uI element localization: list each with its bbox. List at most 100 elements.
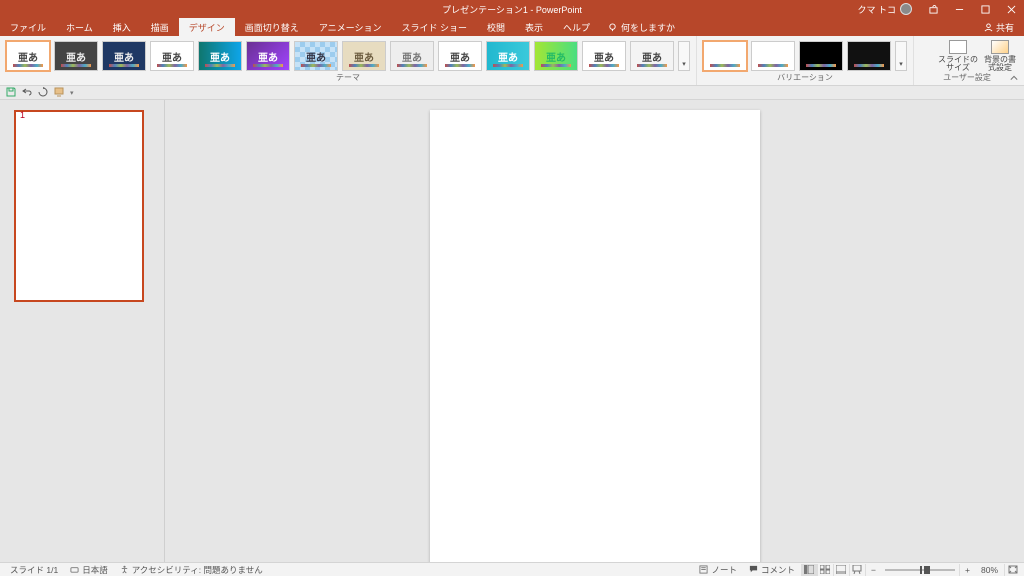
slide-thumbnail-1[interactable]: 1	[14, 110, 154, 302]
minimize-button[interactable]	[946, 0, 972, 18]
theme-10[interactable]: 亜あ	[438, 41, 482, 71]
status-bar: スライド 1/1 日本語 アクセシビリティ: 問題ありません ノート コメント …	[0, 562, 1024, 576]
theme-8[interactable]: 亜あ	[342, 41, 386, 71]
slide-thumbnails-pane[interactable]: 1	[0, 100, 165, 562]
slide-thumbnail-preview	[14, 110, 144, 302]
tell-me[interactable]: 何をしますか	[600, 18, 683, 36]
tab-transitions[interactable]: 画面切り替え	[235, 18, 309, 36]
redo-button[interactable]	[38, 87, 48, 99]
zoom-in-button[interactable]: +	[959, 564, 975, 576]
zoom-level[interactable]: 80%	[975, 565, 1004, 575]
theme-7[interactable]: 亜あ	[294, 41, 338, 71]
notes-icon	[699, 565, 708, 574]
current-slide[interactable]	[430, 110, 760, 562]
tab-review[interactable]: 校閲	[477, 18, 515, 36]
language-label: 日本語	[82, 564, 108, 576]
tab-design[interactable]: デザイン	[179, 18, 235, 36]
slide-sorter-view-button[interactable]	[817, 564, 833, 576]
undo-icon	[22, 87, 32, 97]
theme-4[interactable]: 亜あ	[150, 41, 194, 71]
qat-customize-button[interactable]: ▾	[70, 89, 74, 97]
variants-group: ▾ バリエーション	[697, 36, 914, 85]
close-button[interactable]	[998, 0, 1024, 18]
themes-label: テーマ	[0, 72, 696, 85]
start-from-beginning-button[interactable]	[54, 87, 64, 99]
theme-14[interactable]: 亜あ	[630, 41, 674, 71]
theme-9[interactable]: 亜あ	[390, 41, 434, 71]
comments-label: コメント	[761, 564, 795, 576]
theme-11[interactable]: 亜あ	[486, 41, 530, 71]
ribbon-display-button[interactable]	[920, 0, 946, 18]
slide-size-label: スライドの サイズ	[938, 56, 978, 72]
box-arrow-icon	[929, 5, 938, 14]
slide-counter[interactable]: スライド 1/1	[4, 564, 64, 576]
tab-help[interactable]: ヘルプ	[553, 18, 600, 36]
background-format-label: 背景の書 式設定	[984, 56, 1016, 72]
sorter-view-icon	[820, 565, 830, 574]
background-format-button[interactable]: 背景の書 式設定	[984, 40, 1016, 72]
account-button[interactable]: クマ トコ	[849, 3, 920, 16]
normal-view-button[interactable]	[801, 564, 817, 576]
theme-3[interactable]: 亜あ	[102, 41, 146, 71]
reading-view-icon	[836, 565, 846, 574]
accessibility-indicator[interactable]: アクセシビリティ: 問題ありません	[114, 564, 269, 576]
variant-2[interactable]	[751, 41, 795, 71]
tab-animations[interactable]: アニメーション	[309, 18, 392, 36]
theme-2[interactable]: 亜あ	[54, 41, 98, 71]
user-settings-group: スライドの サイズ 背景の書 式設定 ユーザー設定	[930, 36, 1024, 85]
tab-view[interactable]: 表示	[515, 18, 553, 36]
fit-icon	[1008, 565, 1018, 574]
slide-number-label: 1	[20, 110, 25, 120]
slide-size-button[interactable]: スライドの サイズ	[938, 40, 978, 72]
zoom-slider[interactable]	[885, 569, 955, 571]
themes-more-button[interactable]: ▾	[678, 41, 690, 71]
slide-size-icon	[949, 40, 967, 54]
workspace: 1	[0, 100, 1024, 562]
window-title: プレゼンテーション1 - PowerPoint	[442, 3, 582, 16]
tab-slideshow[interactable]: スライド ショー	[391, 18, 477, 36]
variant-1[interactable]	[703, 41, 747, 71]
ribbon: 亜あ 亜あ 亜あ 亜あ 亜あ 亜あ 亜あ 亜あ 亜あ 亜あ 亜あ 亜あ 亜あ 亜…	[0, 36, 1024, 86]
variant-3[interactable]	[799, 41, 843, 71]
accessibility-icon	[120, 565, 129, 574]
tab-home[interactable]: ホーム	[56, 18, 103, 36]
slide-editor[interactable]	[165, 100, 1024, 562]
user-settings-label: ユーザー設定	[930, 72, 1004, 86]
normal-view-icon	[804, 565, 814, 574]
tab-insert[interactable]: 挿入	[103, 18, 141, 36]
zoom-slider-thumb[interactable]	[924, 566, 930, 574]
person-icon	[984, 23, 993, 32]
reading-view-button[interactable]	[833, 564, 849, 576]
undo-button[interactable]	[22, 87, 32, 99]
notes-button[interactable]: ノート	[693, 564, 743, 576]
zoom-out-button[interactable]: −	[865, 564, 881, 576]
notes-label: ノート	[711, 564, 737, 576]
variant-4[interactable]	[847, 41, 891, 71]
comments-button[interactable]: コメント	[743, 564, 801, 576]
slideshow-view-button[interactable]	[849, 564, 865, 576]
tell-me-label: 何をしますか	[621, 21, 675, 34]
save-icon	[6, 87, 16, 97]
account-username: クマ トコ	[857, 3, 896, 16]
maximize-button[interactable]	[972, 0, 998, 18]
theme-13[interactable]: 亜あ	[582, 41, 626, 71]
tab-draw[interactable]: 描画	[141, 18, 179, 36]
maximize-icon	[981, 5, 990, 14]
fit-to-window-button[interactable]	[1004, 564, 1020, 576]
language-indicator[interactable]: 日本語	[64, 564, 114, 576]
tab-file[interactable]: ファイル	[0, 18, 56, 36]
screen-icon	[54, 87, 64, 97]
theme-12[interactable]: 亜あ	[534, 41, 578, 71]
variants-more-button[interactable]: ▾	[895, 41, 907, 71]
share-label: 共有	[996, 21, 1014, 34]
theme-6[interactable]: 亜あ	[246, 41, 290, 71]
redo-icon	[38, 87, 48, 97]
collapse-ribbon-button[interactable]	[1004, 72, 1024, 86]
theme-office[interactable]: 亜あ	[6, 41, 50, 71]
share-button[interactable]: 共有	[974, 18, 1024, 36]
chevron-up-icon	[1010, 74, 1018, 82]
background-format-icon	[991, 40, 1009, 54]
theme-5[interactable]: 亜あ	[198, 41, 242, 71]
variants-label: バリエーション	[697, 72, 913, 85]
save-button[interactable]	[6, 87, 16, 99]
